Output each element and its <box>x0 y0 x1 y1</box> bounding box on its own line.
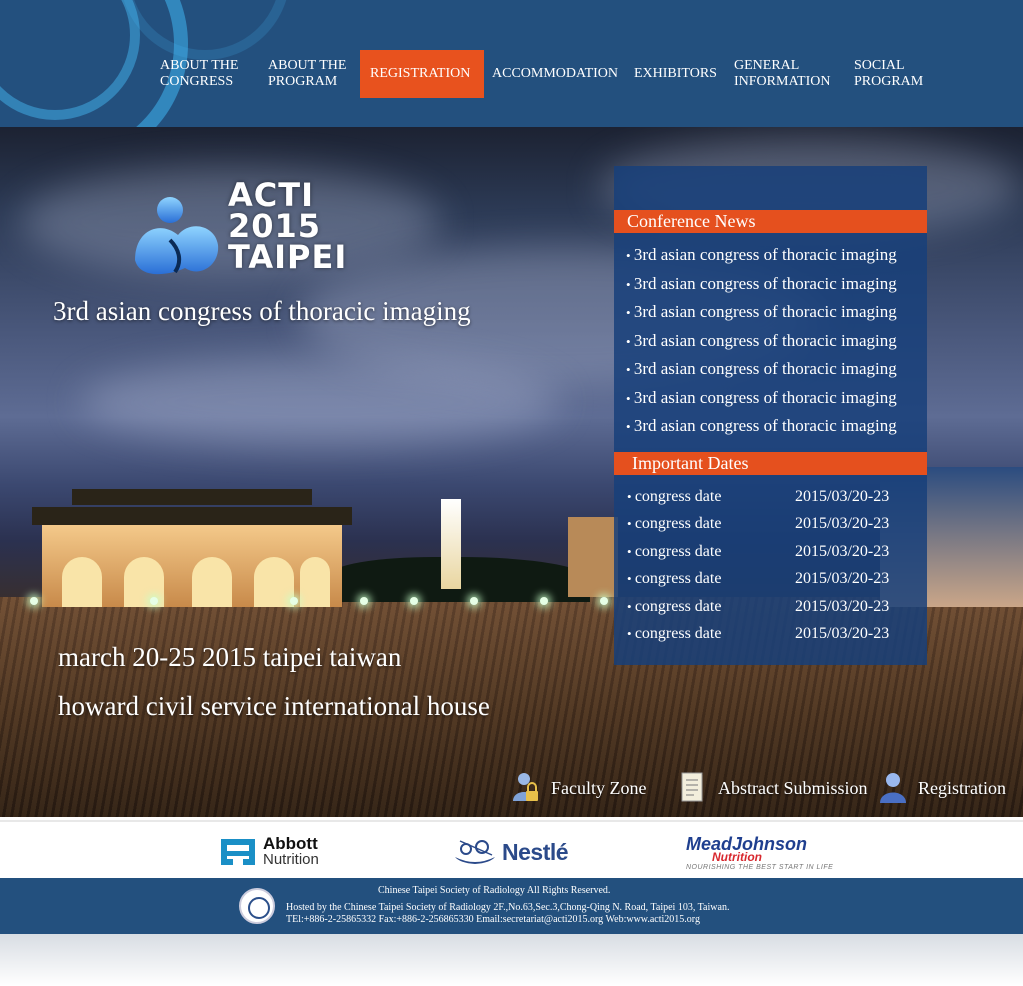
conference-news-list: 3rd asian congress of thoracic imaging 3… <box>626 244 897 444</box>
nestle-logo[interactable]: Nestlé <box>452 834 569 870</box>
date-label: congress date <box>634 624 722 642</box>
site-footer: Chinese Taipei Society of Radiology All … <box>0 878 1023 934</box>
nav-accommodation[interactable]: ACCOMMODATION <box>484 50 626 98</box>
news-item[interactable]: 3rd asian congress of thoracic imaging <box>626 244 897 273</box>
news-item[interactable]: 3rd asian congress of thoracic imaging <box>626 273 897 302</box>
news-item[interactable]: 3rd asian congress of thoracic imaging <box>626 301 897 330</box>
sponsor-bar: Abbott Nutrition Nestlé MeadJohnson Nutr… <box>0 820 1023 880</box>
nav-about-program[interactable]: ABOUT THE PROGRAM <box>260 50 360 98</box>
date-label: congress date <box>634 597 722 615</box>
nav-registration[interactable]: REGISTRATION <box>360 50 484 98</box>
date-label: congress date <box>634 515 722 533</box>
event-venue: howard civil service international house <box>58 691 490 721</box>
nestle-nest-icon <box>455 840 495 864</box>
date-value: 2015/03/20-23 <box>795 542 890 560</box>
main-nav: ABOUT THE CONGRESS ABOUT THE PROGRAM REG… <box>152 50 936 98</box>
building <box>568 517 618 597</box>
date-row: congress date 2015/03/20-23 <box>627 623 917 650</box>
logo-wordmark: ACTI 2015 TAIPEI <box>228 179 348 276</box>
important-dates-heading: Important Dates <box>614 452 927 475</box>
acti-logo-icon <box>135 197 219 275</box>
date-row: congress date 2015/03/20-23 <box>627 596 917 623</box>
important-dates-list: congress date 2015/03/20-23 congress date… <box>627 486 917 650</box>
date-row: congress date 2015/03/20-23 <box>627 568 917 595</box>
news-dates-panel: Conference News 3rd asian congress of th… <box>614 166 927 665</box>
footer-contact: TEl:+886-2-25865332 Fax:+886-2-256865330… <box>286 914 700 925</box>
footer-copyright: Chinese Taipei Society of Radiology All … <box>378 885 611 896</box>
site-header: ABOUT THE CONGRESS ABOUT THE PROGRAM REG… <box>0 0 1023 127</box>
tower <box>441 499 461 589</box>
date-value: 2015/03/20-23 <box>795 515 890 533</box>
faculty-zone-link[interactable]: Faculty Zone <box>511 768 646 808</box>
abstract-submission-label: Abstract Submission <box>718 777 868 798</box>
acti-logo[interactable]: ACTI 2015 TAIPEI <box>130 179 346 280</box>
user-icon <box>880 773 906 803</box>
bottom-fade <box>0 934 1023 986</box>
cloud <box>80 357 560 447</box>
plaza-lights <box>0 597 620 607</box>
date-value: 2015/03/20-23 <box>795 488 890 505</box>
news-item[interactable]: 3rd asian congress of thoracic imaging <box>626 415 897 444</box>
registration-link[interactable]: Registration <box>878 768 1006 808</box>
document-icon <box>681 772 703 802</box>
abbott-sub: Nutrition <box>263 851 319 868</box>
nav-social-program[interactable]: SOCIAL PROGRAM <box>846 50 936 98</box>
date-label: congress date <box>634 488 722 505</box>
meadjohnson-logo[interactable]: MeadJohnson Nutrition NOURISHING THE BES… <box>686 834 834 871</box>
faculty-lock-icon <box>513 773 538 801</box>
date-row: congress date 2015/03/20-23 <box>627 541 917 568</box>
news-item[interactable]: 3rd asian congress of thoracic imaging <box>626 358 897 387</box>
logo-line-3: TAIPEI <box>228 238 348 276</box>
abbott-name: Abbott <box>263 834 318 853</box>
date-row: congress date 2015/03/20-23 <box>627 486 917 513</box>
date-value: 2015/03/20-23 <box>795 570 890 588</box>
nav-general-information[interactable]: GENERAL INFORMATION <box>726 50 846 98</box>
faculty-zone-label: Faculty Zone <box>551 777 647 798</box>
nestle-name: Nestlé <box>502 838 569 865</box>
meadjohnson-tagline: NOURISHING THE BEST START IN LIFE <box>686 863 834 871</box>
conference-news-heading: Conference News <box>614 210 927 233</box>
abbott-icon <box>221 839 255 865</box>
nav-exhibitors[interactable]: EXHIBITORS <box>626 50 726 98</box>
date-value: 2015/03/20-23 <box>795 624 890 642</box>
date-label: congress date <box>634 570 722 588</box>
abbott-logo[interactable]: Abbott Nutrition <box>219 834 319 870</box>
date-label: congress date <box>634 542 722 560</box>
society-seal-icon <box>239 888 275 924</box>
nav-about-congress[interactable]: ABOUT THE CONGRESS <box>152 50 260 98</box>
footer-host-address: Hosted by the Chinese Taipei Society of … <box>286 902 730 913</box>
registration-label: Registration <box>918 777 1006 798</box>
date-value: 2015/03/20-23 <box>795 597 890 615</box>
date-row: congress date 2015/03/20-23 <box>627 513 917 540</box>
memorial-gate <box>32 487 352 607</box>
event-date-location: march 20-25 2015 taipei taiwan <box>58 642 402 672</box>
news-item[interactable]: 3rd asian congress of thoracic imaging <box>626 387 897 416</box>
abstract-submission-link[interactable]: Abstract Submission <box>678 768 868 808</box>
congress-subtitle: 3rd asian congress of thoracic imaging <box>53 296 471 326</box>
news-item[interactable]: 3rd asian congress of thoracic imaging <box>626 330 897 359</box>
